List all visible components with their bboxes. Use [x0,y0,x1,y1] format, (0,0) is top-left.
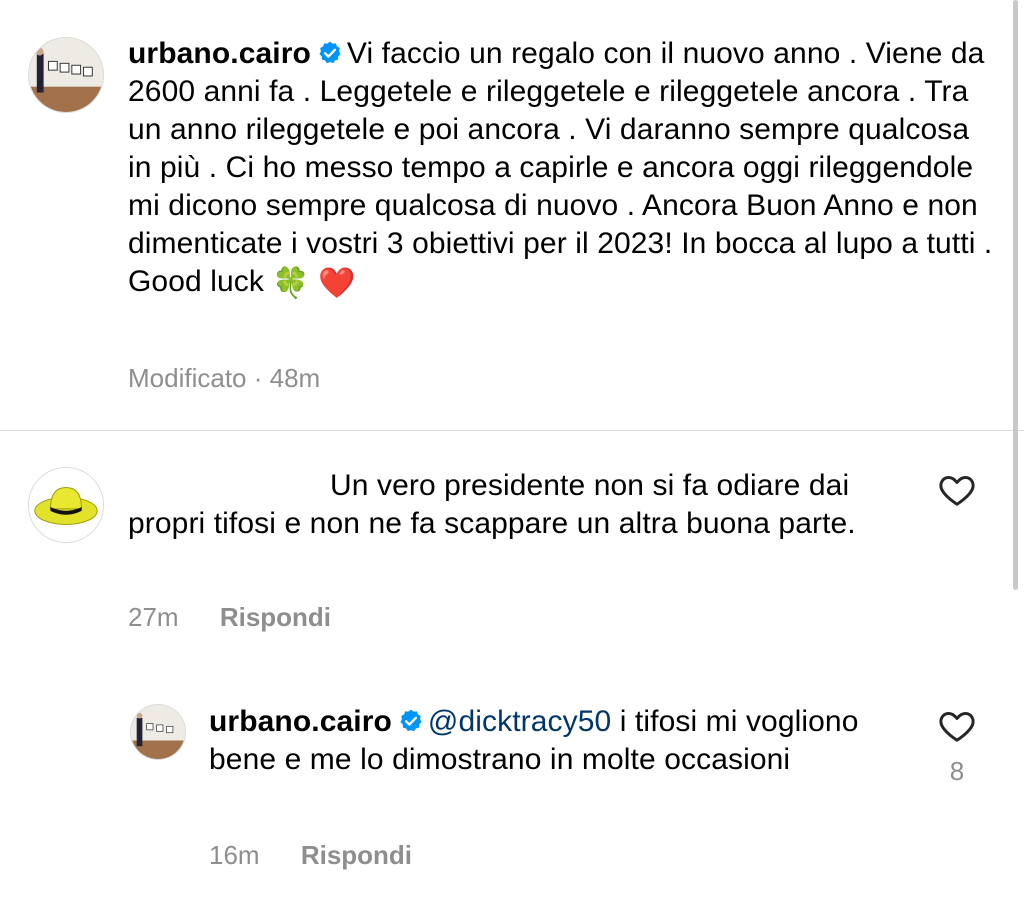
comment-text: Un vero presidente non si fa odiare dai … [128,469,856,540]
comment-like-button[interactable] [937,470,977,510]
caption-meta: Modificato · 48m [128,362,320,394]
heart-outline-icon [939,476,975,506]
meta-separator: · [253,363,263,393]
comment-meta: 27m Rispondi [128,601,331,633]
caption-avatar[interactable] [28,37,104,113]
comment-avatar[interactable] [28,467,104,543]
yellow-hat-icon [29,468,103,542]
gallery-photo-icon [29,38,103,112]
gallery-photo-icon [131,705,185,759]
reply-time: 16m [209,840,260,870]
verified-badge-icon [398,708,424,734]
reply-mention-link[interactable]: @dicktracy50 [428,705,611,738]
reply-reply-button[interactable]: Rispondi [301,840,412,870]
clover-emoji-icon: 🍀 [272,266,310,301]
reply-username[interactable]: urbano.cairo [209,705,392,738]
red-heart-emoji-icon: ❤️ [318,266,356,301]
caption-time: 48m [269,363,321,393]
caption-text: Vi faccio un regalo con il nuovo anno . … [128,37,993,298]
edited-label: Modificato [128,363,247,393]
reply-like-button[interactable] [937,706,977,746]
comment-time: 27m [128,602,179,632]
heart-outline-icon [939,712,975,742]
verified-badge-icon [317,40,343,66]
reply-body: urbano.cairo @dicktracy50 i tifosi mi vog… [209,703,909,779]
caption-divider [0,430,1024,431]
scrollbar[interactable] [1013,0,1018,590]
reply-meta: 16m Rispondi [209,839,412,871]
comment-reply-button[interactable]: Rispondi [220,602,331,632]
reply-like-count: 8 [949,756,965,786]
caption-body: urbano.cairo Vi faccio un regalo con il n… [128,35,998,303]
caption-username[interactable]: urbano.cairo [128,37,311,70]
reply-avatar[interactable] [130,704,186,760]
